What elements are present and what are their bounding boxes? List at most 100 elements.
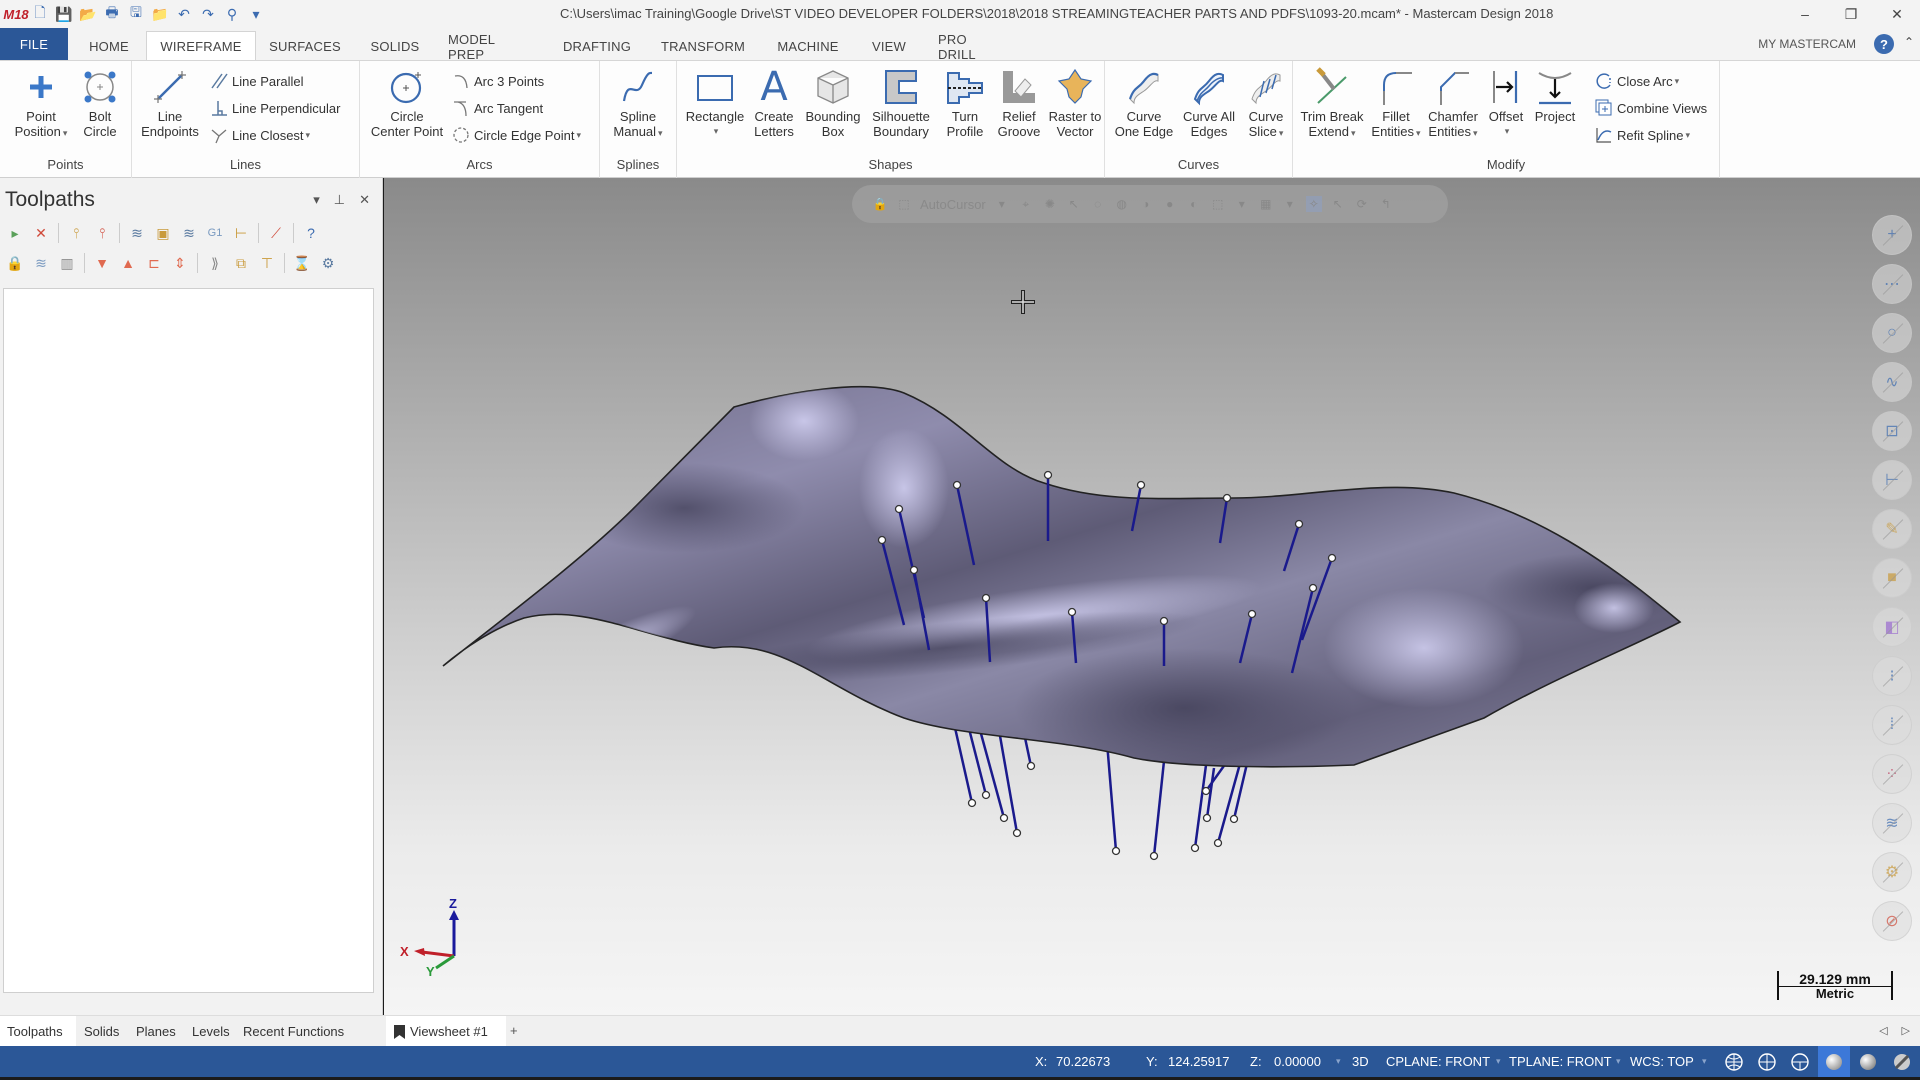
arc-tangent-button[interactable]: Arc Tangent (452, 97, 543, 119)
curve-one-edge-button[interactable]: Curve One Edge (1111, 67, 1177, 139)
drill-point-marker[interactable] (1149, 851, 1159, 861)
trim-break-extend-button[interactable]: Trim Break Extend ▾ (1297, 67, 1367, 141)
drill-point-marker[interactable] (1247, 609, 1257, 619)
insert-arrow-icon[interactable]: ⊏ (143, 252, 165, 274)
offset-button[interactable]: Offset ▾ (1483, 67, 1529, 139)
drill-point-marker[interactable] (1213, 838, 1223, 848)
levels-dots-icon[interactable]: ⁞ (1872, 705, 1912, 745)
tab-view[interactable]: VIEW (870, 33, 908, 60)
dropdown-arrow-icon[interactable]: ▾ (994, 196, 1010, 212)
tab-pro-drill[interactable]: PRO DRILL (938, 32, 1008, 62)
chain-icon[interactable]: ⬚ (1210, 196, 1226, 212)
wireframe-display-icon[interactable] (1722, 1050, 1746, 1074)
display-tool-icon[interactable]: ⊤ (256, 252, 278, 274)
select-all-operations-icon[interactable]: ▸ (4, 222, 26, 244)
wireframe-icon[interactable]: ◌ (1090, 196, 1106, 212)
spline-manual-button[interactable]: Spline Manual ▾ (606, 67, 670, 141)
drill-point-marker[interactable] (894, 504, 904, 514)
panel-close-icon[interactable]: ✕ (359, 192, 370, 208)
drill-point-marker[interactable] (1043, 470, 1053, 480)
line-endpoints-button[interactable]: Line Endpoints (138, 67, 202, 139)
analyze-icon[interactable]: ⚲ (222, 4, 242, 24)
line-closest-button[interactable]: Line Closest ▾ (210, 124, 310, 146)
prev-sheet-icon[interactable]: ◁ (1879, 1024, 1887, 1037)
turn-profile-button[interactable]: Turn Profile (937, 67, 993, 139)
transform-icon[interactable]: ◧ (1872, 607, 1912, 647)
help-icon[interactable]: ? (1874, 34, 1894, 54)
tab-recent-functions[interactable]: Recent Functions (243, 1016, 344, 1047)
solid-face-icon[interactable]: ● (1162, 196, 1178, 212)
drill-point-marker[interactable] (1222, 493, 1232, 503)
save-as-icon[interactable]: 🖫 (126, 4, 146, 24)
tab-solids[interactable]: SOLIDS (370, 33, 420, 60)
post-g1-icon[interactable]: G1 (204, 222, 226, 244)
drill-point-marker[interactable] (967, 798, 977, 808)
tab-file[interactable]: FILE (0, 28, 68, 60)
raster-to-vector-button[interactable]: Raster to Vector (1045, 67, 1105, 139)
drill-point-marker[interactable] (1202, 813, 1212, 823)
curve-slice-button[interactable]: Curve Slice ▾ (1241, 67, 1291, 141)
drill-point-marker[interactable] (1294, 519, 1304, 529)
shaded-with-edges-icon[interactable] (1856, 1050, 1880, 1074)
high-feed-icon[interactable]: ⊢ (230, 222, 252, 244)
translucency-icon[interactable] (1890, 1050, 1914, 1074)
pin-icon[interactable]: ⊥ (334, 192, 345, 208)
open-icon[interactable]: 📂 (78, 4, 98, 24)
verify-icon[interactable]: ▣ (152, 222, 174, 244)
toggle-display-icon[interactable]: ≋ (30, 252, 52, 274)
select-icon[interactable]: ↖ (1066, 196, 1082, 212)
drill-point-marker[interactable] (1159, 616, 1169, 626)
dropdown-arrow-icon[interactable]: ▾ (1282, 196, 1298, 212)
xyz-coords-icon[interactable]: ⌖ (1018, 196, 1034, 212)
select-last-icon[interactable]: ↖ (1330, 196, 1346, 212)
redo-icon[interactable]: ↷ (198, 4, 218, 24)
simulate-icon[interactable]: ≋ (178, 222, 200, 244)
wcs-selector[interactable]: WCS: TOP (1630, 1054, 1694, 1069)
bolt-circle-button[interactable]: Bolt Circle (74, 67, 126, 139)
undo-icon[interactable]: ↶ (174, 4, 194, 24)
drill-point-marker[interactable] (1229, 814, 1239, 824)
circle-edge-point-button[interactable]: Circle Edge Point ▾ (452, 124, 581, 146)
rectangle-button[interactable]: Rectangle ▾ (684, 67, 746, 139)
tab-home[interactable]: HOME (86, 33, 132, 60)
tab-solids[interactable]: Solids (84, 1016, 119, 1047)
curve-all-edges-button[interactable]: Curve All Edges (1177, 67, 1241, 139)
point-icon[interactable]: ✺ (1042, 196, 1058, 212)
collapse-ribbon-icon[interactable]: ⌃ (1904, 35, 1914, 49)
cplane-selector[interactable]: CPLANE: FRONT (1386, 1054, 1490, 1069)
drill-point-marker[interactable] (1136, 480, 1146, 490)
panel-dropdown-icon[interactable]: ▾ (313, 192, 320, 208)
fillet-entities-button[interactable]: Fillet Entities ▾ (1369, 67, 1423, 141)
restore-button[interactable]: ❐ (1828, 0, 1874, 28)
dimension-icon[interactable]: ⊢ (1872, 460, 1912, 500)
3d-mode-toggle[interactable]: 3D (1352, 1054, 1369, 1069)
hidden-lines-icon[interactable] (1755, 1050, 1779, 1074)
drill-point-marker[interactable] (1308, 583, 1318, 593)
help-icon[interactable]: ? (300, 222, 322, 244)
tab-planes[interactable]: Planes (136, 1016, 176, 1047)
tab-transform[interactable]: TRANSFORM (661, 33, 745, 60)
save-icon[interactable]: 💾 (54, 4, 74, 24)
drill-point-marker[interactable] (909, 565, 919, 575)
drill-point-marker[interactable] (1327, 553, 1337, 563)
lock-icon[interactable]: 🔒 (4, 252, 26, 274)
tab-wireframe[interactable]: WIREFRAME (146, 31, 256, 60)
shaded-icon[interactable] (1818, 1046, 1850, 1077)
drill-point-marker[interactable] (999, 813, 1009, 823)
drill-point-marker[interactable] (1190, 843, 1200, 853)
rotate-icon[interactable]: ⟳ (1354, 196, 1370, 212)
tab-model-prep[interactable]: MODEL PREP (448, 32, 534, 62)
surface-icon[interactable]: ◍ (1114, 196, 1130, 212)
add-viewsheet-button[interactable]: + (510, 1023, 518, 1038)
display-selected-icon[interactable]: ⟫ (204, 252, 226, 274)
backplot-icon[interactable]: ≋ (126, 222, 148, 244)
wcs-dropdown-icon[interactable]: ▾ (1702, 1056, 1707, 1067)
drill-point-marker[interactable] (981, 790, 991, 800)
tab-levels[interactable]: Levels (192, 1016, 230, 1047)
toggle-posting-icon[interactable]: ▥ (56, 252, 78, 274)
add-point-icon[interactable]: + (1872, 215, 1912, 255)
scroll-to-insert-icon[interactable]: ⇕ (169, 252, 191, 274)
spline-icon[interactable]: ∿ (1872, 362, 1912, 402)
surface-icon[interactable]: ⊡ (1872, 411, 1912, 451)
move-up-icon[interactable]: ▲ (117, 252, 139, 274)
